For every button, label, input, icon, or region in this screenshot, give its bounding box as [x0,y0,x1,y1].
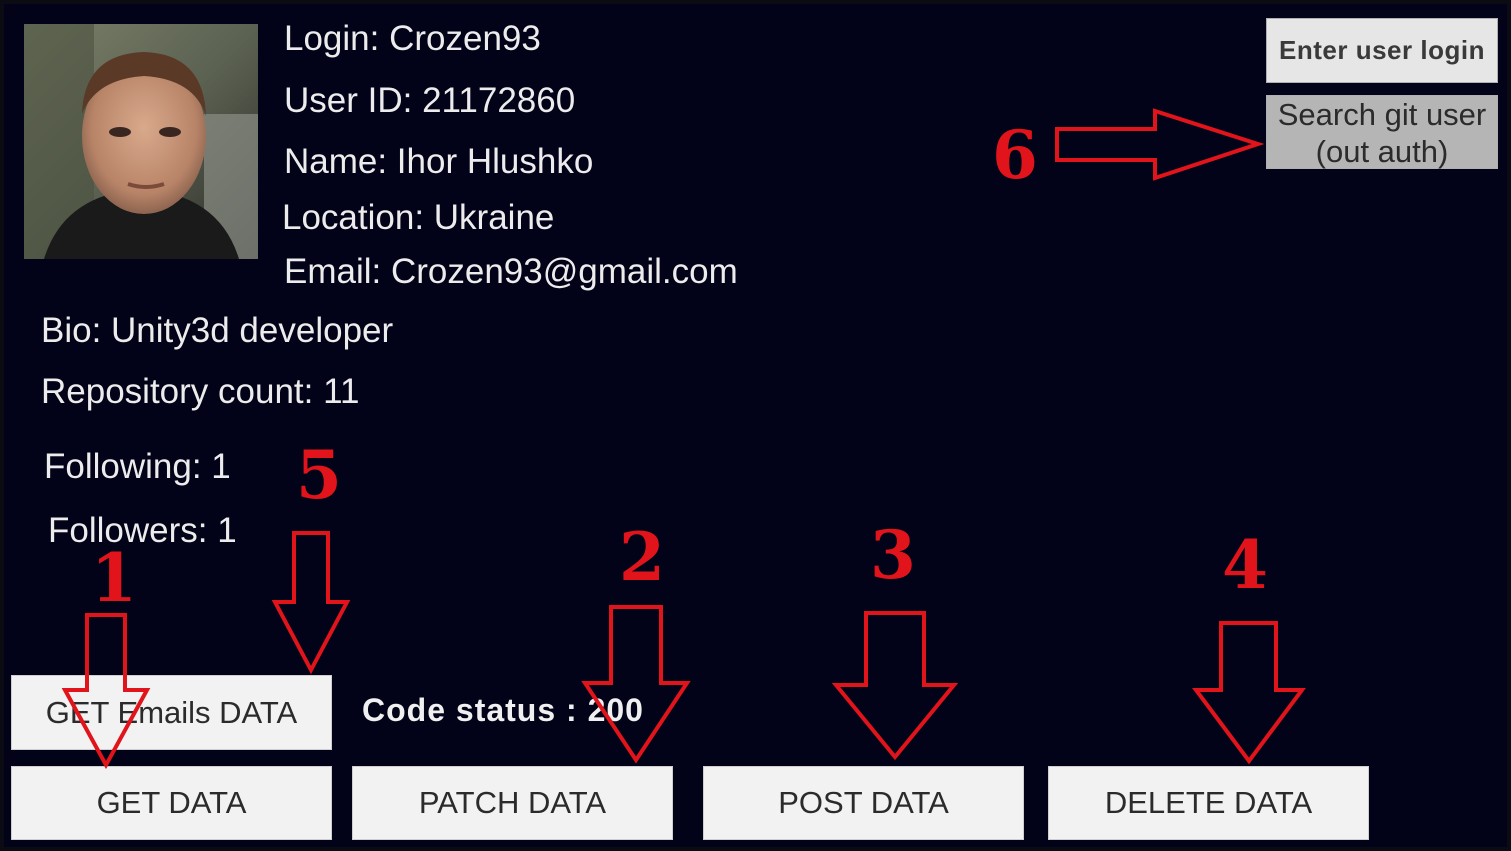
user-id-label: User ID: 21172860 [284,81,576,120]
search-button-line2: (out auth) [1315,134,1449,169]
repository-count-label: Repository count: 11 [41,372,360,411]
location-label: Location: Ukraine [282,198,555,237]
user-avatar [24,24,258,259]
annotation-number: 3 [870,516,916,594]
following-label: Following: 1 [44,447,231,486]
bio-label: Bio: Unity3d developer [41,311,394,350]
annotation-number: 5 [296,436,342,514]
arrow-right-icon [1055,108,1265,181]
delete-data-button[interactable]: DELETE DATA [1048,766,1369,840]
user-login-input[interactable]: Enter user login [1266,18,1498,83]
search-button-line1: Search git user [1277,97,1487,132]
arrow-down-icon [831,611,959,761]
code-status-label: Code status : 200 [362,692,644,728]
name-label: Name: Ihor Hlushko [284,142,594,181]
post-data-button[interactable]: POST DATA [703,766,1024,840]
email-label: Email: Crozen93@gmail.com [284,252,738,291]
app-window: Login: Crozen93 User ID: 21172860 Name: … [0,0,1511,851]
patch-data-button[interactable]: PATCH DATA [352,766,673,840]
get-data-button[interactable]: GET DATA [11,766,332,840]
annotation-number: 6 [992,116,1038,194]
arrow-down-icon [1192,621,1306,765]
arrow-down-icon [271,531,351,675]
get-emails-data-button[interactable]: GET Emails DATA [11,675,332,750]
annotation-number: 1 [91,539,137,617]
login-label: Login: Crozen93 [284,19,541,58]
arrow-down-icon [581,605,691,764]
avatar-photo [24,24,258,259]
search-git-user-button[interactable]: Search git user (out auth) [1266,95,1498,169]
annotation-number: 4 [1222,526,1268,604]
annotation-number: 2 [619,518,665,596]
followers-label: Followers: 1 [48,511,237,550]
